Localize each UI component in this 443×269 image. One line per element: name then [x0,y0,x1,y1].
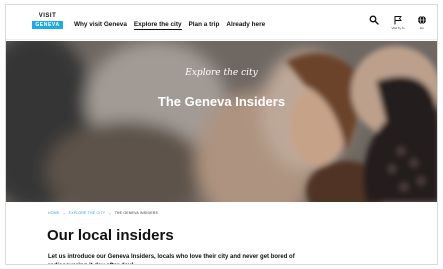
hero-photo [6,41,437,202]
breadcrumb-separator-icon: › [63,211,65,216]
breadcrumb-home[interactable]: HOME [48,211,59,216]
logo-top-text: VISIT [38,13,57,19]
hero-banner: Explore the city The Geneva Insiders [6,41,437,202]
site-header: VISIT GENEVA Why visit Geneva Explore th… [6,5,437,40]
hero-eyebrow: Explore the city [185,68,258,78]
breadcrumb: HOME › EXPLORE THE CITY › THE GENEVA INS… [48,211,158,216]
language-label: En [420,26,424,30]
search-button[interactable] [367,15,381,25]
breadcrumb-current: THE GENEVA INSIDERS [114,211,159,215]
flag-icon [394,16,402,25]
nav-already-here[interactable]: Already here [226,20,265,30]
breadcrumb-separator-icon: › [109,211,111,216]
visit-geneva-logo[interactable]: VISIT GENEVA [32,13,63,33]
search-icon [369,15,379,25]
hero-title: The Geneva Insiders [157,94,286,109]
intro-text: Let us introduce our Geneva Insiders, lo… [48,254,295,264]
page-frame: VISIT GENEVA Why visit Geneva Explore th… [5,4,438,265]
logo-bottom-text: GENEVA [32,21,63,29]
nav-plan-a-trip[interactable]: Plan a trip [189,20,220,30]
nav-why-visit-geneva[interactable]: Why visit Geneva [74,20,127,30]
breadcrumb-explore-the-city[interactable]: EXPLORE THE CITY [69,211,106,216]
flag-label: Visit by fo [391,26,405,30]
page-title: Our local insiders [47,227,174,244]
globe-icon [418,15,426,25]
header-tools: Visit by fo En [367,15,429,30]
language-button[interactable]: En [415,15,429,30]
nav-explore-the-city[interactable]: Explore the city [133,20,182,30]
main-nav: Why visit Geneva Explore the city Plan a… [74,20,265,30]
visit-by-button[interactable]: Visit by fo [391,15,405,30]
